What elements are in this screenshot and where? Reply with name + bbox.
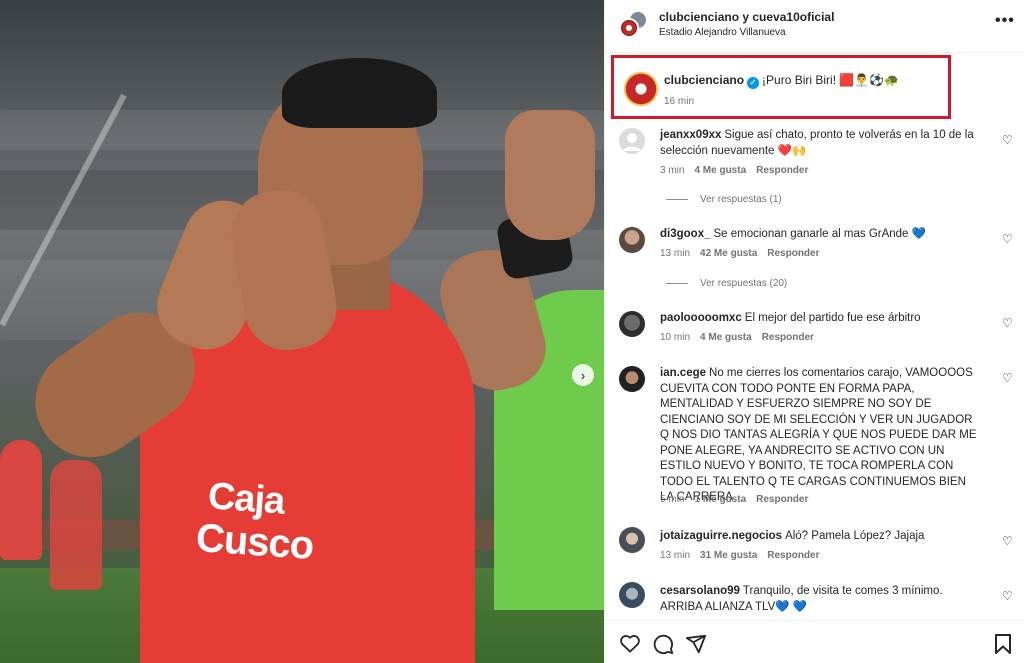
avatar[interactable] xyxy=(624,72,658,106)
reply-button[interactable]: Responder xyxy=(767,550,819,561)
comment-username[interactable]: cesarsolano99 xyxy=(660,585,740,597)
comment-time: 5 min xyxy=(660,494,685,505)
comment-likes[interactable]: 31 Me gusta xyxy=(700,550,757,561)
comment-likes[interactable]: 42 Me gusta xyxy=(700,248,757,259)
heart-icon[interactable]: ♡ xyxy=(1002,589,1013,603)
view-replies-label: Ver respuestas (1) xyxy=(700,194,782,205)
player-hair xyxy=(282,58,437,128)
comment-time: 13 min xyxy=(660,550,691,561)
background-player xyxy=(0,440,42,560)
post-caption: clubcienciano ✓ ¡Puro Biri Biri! 🟥👨‍💼⚽🐢 16… xyxy=(611,55,951,119)
caption-line: clubcienciano ✓ ¡Puro Biri Biri! 🟥👨‍💼⚽🐢 xyxy=(664,73,899,89)
comment-body: jotaizaguirre.negocios Aló? Pamela López?… xyxy=(660,529,978,545)
caption-time: 16 min xyxy=(664,96,695,107)
comment-username[interactable]: jeanxx09xx xyxy=(660,129,721,141)
comment-username[interactable]: paolooooomxc xyxy=(660,312,742,324)
post-authors[interactable]: clubcienciano y cueva10oficial xyxy=(659,10,834,24)
post-location[interactable]: Estadio Alejandro Villanueva xyxy=(659,27,786,38)
comment-body: jeanxx09xx Sigue así chato, pronto te vol… xyxy=(660,128,978,159)
comment-icon[interactable] xyxy=(652,633,674,660)
avatar[interactable] xyxy=(619,366,645,392)
comment-body: di3goox_ Se emocionan ganarle al mas GrAn… xyxy=(660,227,978,243)
heart-icon[interactable]: ♡ xyxy=(1002,133,1013,147)
comment-likes[interactable]: 1 Me gusta xyxy=(694,494,746,505)
background-player xyxy=(50,460,102,590)
bookmark-icon[interactable] xyxy=(994,633,1012,660)
comment-body: ian.cege No me cierres los comentarios ca… xyxy=(660,366,978,506)
shirt-sponsor-line1: Caja xyxy=(206,475,286,523)
reply-button[interactable]: Responder xyxy=(762,332,814,343)
default-avatar-icon xyxy=(623,133,641,151)
comment-text: Se emocionan ganarle al mas GrAnde 💙 xyxy=(713,228,926,240)
view-replies-label: Ver respuestas (20) xyxy=(700,278,788,289)
comment-username[interactable]: jotaizaguirre.negocios xyxy=(660,530,782,542)
post-header: clubcienciano y cueva10oficial Estadio A… xyxy=(605,0,1024,53)
heart-icon[interactable]: ♡ xyxy=(1002,316,1013,330)
avatar[interactable] xyxy=(619,128,645,154)
comment-username[interactable]: di3goox_ xyxy=(660,228,710,240)
comment-time: 13 min xyxy=(660,248,691,259)
caption-username[interactable]: clubcienciano xyxy=(664,73,744,87)
avatar[interactable] xyxy=(619,582,645,608)
reply-button[interactable]: Responder xyxy=(756,165,808,176)
comment-username[interactable]: ian.cege xyxy=(660,367,706,379)
view-replies-button[interactable]: Ver respuestas (20) xyxy=(666,278,787,289)
carousel-next-button[interactable]: › xyxy=(572,364,594,386)
comment-meta: 13 min 42 Me gusta Responder xyxy=(660,248,830,259)
avatar xyxy=(619,18,639,38)
more-options-button[interactable]: ••• xyxy=(995,12,1015,30)
reply-button[interactable]: Responder xyxy=(756,494,808,505)
avatar[interactable] xyxy=(619,227,645,253)
comment-meta: 13 min 31 Me gusta Responder xyxy=(660,550,830,561)
comments-panel: clubcienciano y cueva10oficial Estadio A… xyxy=(604,0,1024,663)
send-icon[interactable] xyxy=(685,633,707,660)
comment-text: El mejor del partido fue ese árbitro xyxy=(744,312,921,324)
comment-time: 10 min xyxy=(660,332,691,343)
heart-icon[interactable]: ♡ xyxy=(1002,534,1013,548)
comment-text: Aló? Pamela López? Jajaja xyxy=(785,530,925,542)
post-photo: Caja Cusco › xyxy=(0,0,604,663)
heart-icon[interactable]: ♡ xyxy=(1002,232,1013,246)
caption-text: ¡Puro Biri Biri! 🟥👨‍💼⚽🐢 xyxy=(762,73,900,87)
post-actions-bar xyxy=(605,620,1024,663)
comment-body: paolooooomxc El mejor del partido fue ese… xyxy=(660,311,978,327)
more-horizontal-icon: ••• xyxy=(995,12,1015,29)
shirt-sponsor-line2: Cusco xyxy=(194,515,315,569)
comment-body: cesarsolano99 Tranquilo, de visita te com… xyxy=(660,584,978,615)
collab-avatars[interactable] xyxy=(619,10,649,40)
comment-likes[interactable]: 4 Me gusta xyxy=(700,332,752,343)
view-replies-button[interactable]: Ver respuestas (1) xyxy=(666,194,782,205)
referee-hand xyxy=(505,110,595,240)
divider xyxy=(666,198,688,200)
heart-icon[interactable] xyxy=(619,633,641,658)
avatar[interactable] xyxy=(619,311,645,337)
comment-text: No me cierres los comentarios carajo, VA… xyxy=(660,367,977,503)
avatar[interactable] xyxy=(619,527,645,553)
comment-meta: 5 min 1 Me gusta Responder xyxy=(660,494,818,505)
comment-likes[interactable]: 4 Me gusta xyxy=(694,165,746,176)
comment-time: 3 min xyxy=(660,165,685,176)
divider xyxy=(666,282,688,284)
verified-badge-icon: ✓ xyxy=(747,76,760,89)
comment-meta: 3 min 4 Me gusta Responder xyxy=(660,165,818,176)
reply-button[interactable]: Responder xyxy=(767,248,819,259)
heart-icon[interactable]: ♡ xyxy=(1002,371,1013,385)
comment-meta: 10 min 4 Me gusta Responder xyxy=(660,332,824,343)
chevron-right-icon: › xyxy=(580,367,586,383)
